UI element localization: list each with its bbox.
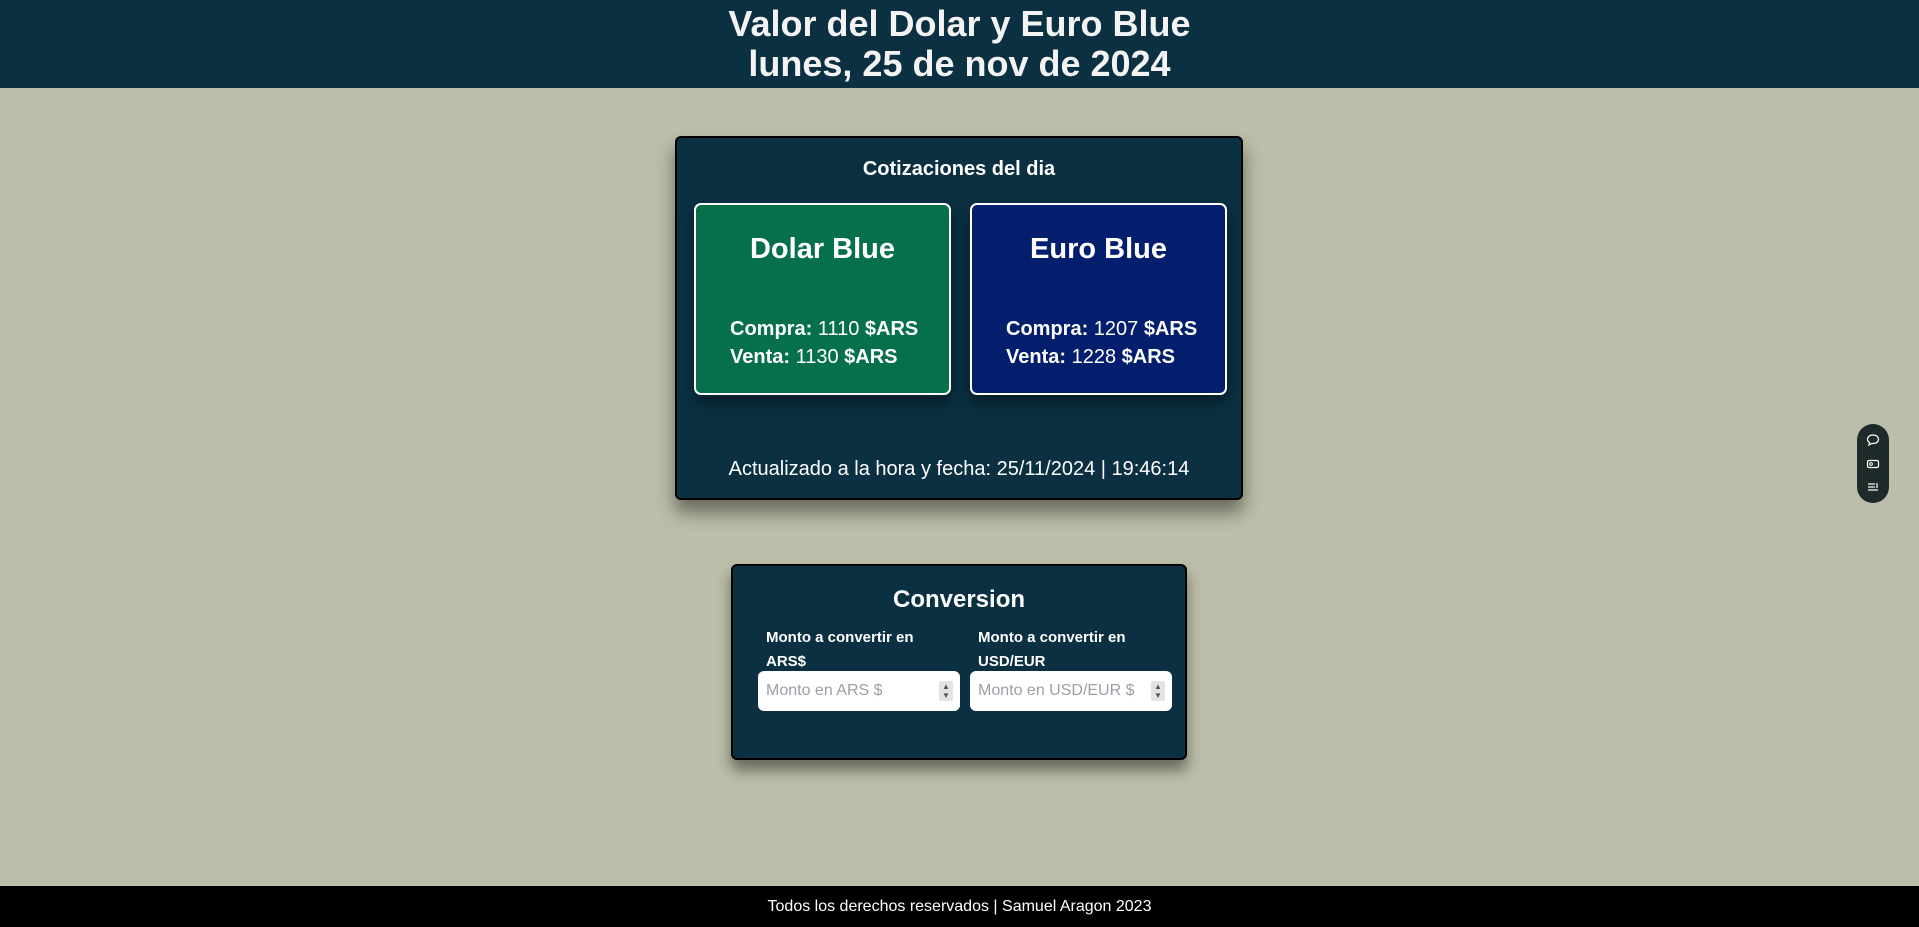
list-settings-icon[interactable]	[1866, 480, 1880, 494]
dolar-buy-currency: $ARS	[864, 318, 919, 340]
conversion-card: Conversion Monto a convertir en ARS$ Mon…	[731, 564, 1187, 760]
euro-blue-title: Euro Blue	[1030, 233, 1167, 265]
rates-title: Cotizaciones del dia	[862, 158, 1056, 180]
chevron-down-icon[interactable]: ▼	[1154, 691, 1162, 700]
ars-amount-input[interactable]	[758, 671, 960, 711]
chevron-down-icon[interactable]: ▼	[942, 691, 950, 700]
dolar-buy-label: Compra:	[730, 318, 813, 340]
dolar-sell-value: 1130	[795, 346, 839, 368]
card-icon[interactable]	[1866, 457, 1880, 471]
page-title: Valor del Dolar y Euro Blue	[728, 3, 1191, 44]
chevron-up-icon[interactable]: ▲	[942, 682, 950, 691]
usd-eur-stepper[interactable]: ▲ ▼	[1151, 681, 1165, 701]
euro-blue-values: Compra: 1207 $ARS Venta: 1228 $ARS	[1006, 315, 1197, 371]
euro-sell-label: Venta:	[1006, 346, 1067, 368]
dolar-blue-values: Compra: 1110 $ARS Venta: 1130 $ARS	[730, 315, 918, 371]
page-date: lunes, 25 de nov de 2024	[748, 43, 1171, 84]
ars-stepper[interactable]: ▲ ▼	[939, 681, 953, 701]
euro-buy-value: 1207	[1093, 318, 1139, 340]
chevron-up-icon[interactable]: ▲	[1154, 682, 1162, 691]
euro-buy-row: Compra: 1207 $ARS	[1006, 315, 1197, 343]
dolar-sell-label: Venta:	[730, 346, 791, 368]
euro-buy-label: Compra:	[1006, 318, 1089, 340]
floating-side-widget	[1857, 424, 1889, 503]
updated-timestamp: Actualizado a la hora y fecha: 25/11/202…	[728, 458, 1190, 480]
usd-eur-amount-input[interactable]	[970, 671, 1172, 711]
page-footer: Todos los derechos reservados | Samuel A…	[0, 886, 1919, 927]
dolar-blue-title: Dolar Blue	[749, 233, 896, 265]
usd-eur-amount-label: Monto a convertir en USD/EUR	[978, 629, 1126, 670]
euro-buy-currency: $ARS	[1143, 318, 1198, 340]
dolar-blue-card: Dolar Blue Compra: 1110 $ARS Venta: 1130…	[694, 203, 951, 395]
rates-card: Cotizaciones del dia Dolar Blue Compra: …	[675, 136, 1243, 500]
dolar-sell-currency: $ARS	[844, 346, 898, 368]
euro-sell-value: 1228	[1071, 346, 1117, 368]
page-header: Valor del Dolar y Euro Blue lunes, 25 de…	[0, 0, 1919, 88]
chat-icon[interactable]	[1866, 433, 1880, 447]
conversion-title: Conversion	[892, 586, 1026, 613]
dolar-sell-row: Venta: 1130 $ARS	[730, 343, 918, 371]
euro-sell-currency: $ARS	[1121, 346, 1176, 368]
footer-text: Todos los derechos reservados | Samuel A…	[767, 898, 1152, 915]
euro-blue-card: Euro Blue Compra: 1207 $ARS Venta: 1228 …	[970, 203, 1227, 395]
dolar-buy-row: Compra: 1110 $ARS	[730, 315, 918, 343]
dolar-buy-value: 1110	[817, 318, 860, 340]
ars-amount-label: Monto a convertir en ARS$	[766, 629, 914, 670]
euro-sell-row: Venta: 1228 $ARS	[1006, 343, 1197, 371]
